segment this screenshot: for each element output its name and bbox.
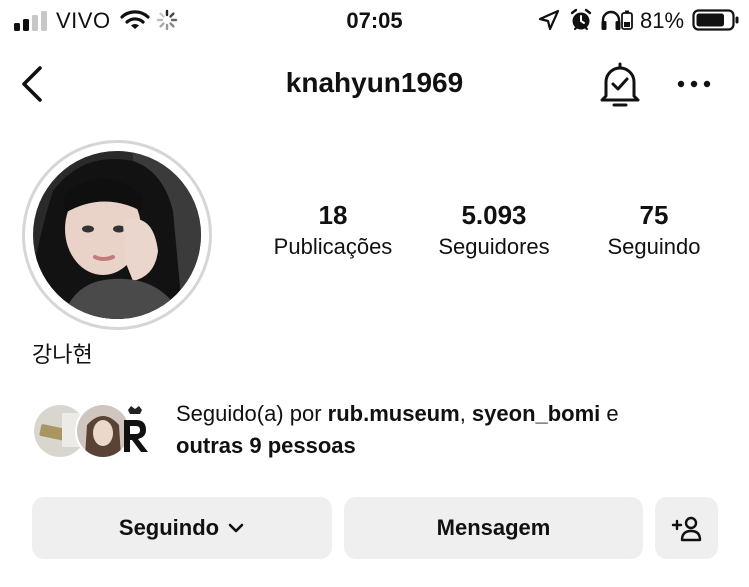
stat-publications[interactable]: 18 Publicações <box>248 200 418 264</box>
mutual-user-link[interactable]: rub.museum <box>328 401 460 426</box>
battery-icon <box>692 9 739 31</box>
small-battery-icon <box>621 10 633 30</box>
stat-label: Seguidores <box>438 234 550 259</box>
stat-value: 5.093 <box>461 200 527 230</box>
mutual-others-link[interactable]: outras 9 pessoas <box>176 433 356 458</box>
add-person-icon <box>671 516 701 542</box>
mutual-follower-logo[interactable] <box>118 404 152 456</box>
followed-by-separator: , <box>459 401 472 426</box>
suggest-people-button[interactable] <box>655 497 718 559</box>
message-button[interactable]: Mensagem <box>344 497 643 559</box>
battery-percentage: 81% <box>640 8 685 33</box>
chevron-down-icon <box>228 523 244 533</box>
followed-by-conjunction: e <box>600 401 619 426</box>
alarm-icon <box>570 8 592 31</box>
stat-label: Publicações <box>273 234 393 259</box>
clock-time: 07:05 <box>346 8 403 33</box>
stat-following[interactable]: 75 Seguindo <box>569 200 739 264</box>
location-arrow-icon <box>538 9 560 31</box>
headphones-icon <box>601 10 621 30</box>
followed-by-text[interactable]: Seguido(a) por rub.museum, syeon_bomi e o… <box>176 398 736 462</box>
profile-display-name: 강나현 <box>32 342 93 367</box>
message-button-label: Mensagem <box>436 515 551 540</box>
more-dots-icon[interactable] <box>676 75 712 93</box>
following-button[interactable]: Seguindo <box>32 497 332 559</box>
stat-label: Seguindo <box>607 234 701 259</box>
stat-value: 75 <box>639 200 669 230</box>
following-button-label: Seguindo <box>118 515 220 540</box>
followed-by-prefix: Seguido(a) por <box>176 401 328 426</box>
notification-bell-check-icon[interactable] <box>598 60 642 108</box>
stat-followers[interactable]: 5.093 Seguidores <box>409 200 579 264</box>
profile-avatar[interactable] <box>33 151 201 319</box>
mutual-user-link[interactable]: syeon_bomi <box>472 401 600 426</box>
stat-value: 18 <box>318 200 348 230</box>
